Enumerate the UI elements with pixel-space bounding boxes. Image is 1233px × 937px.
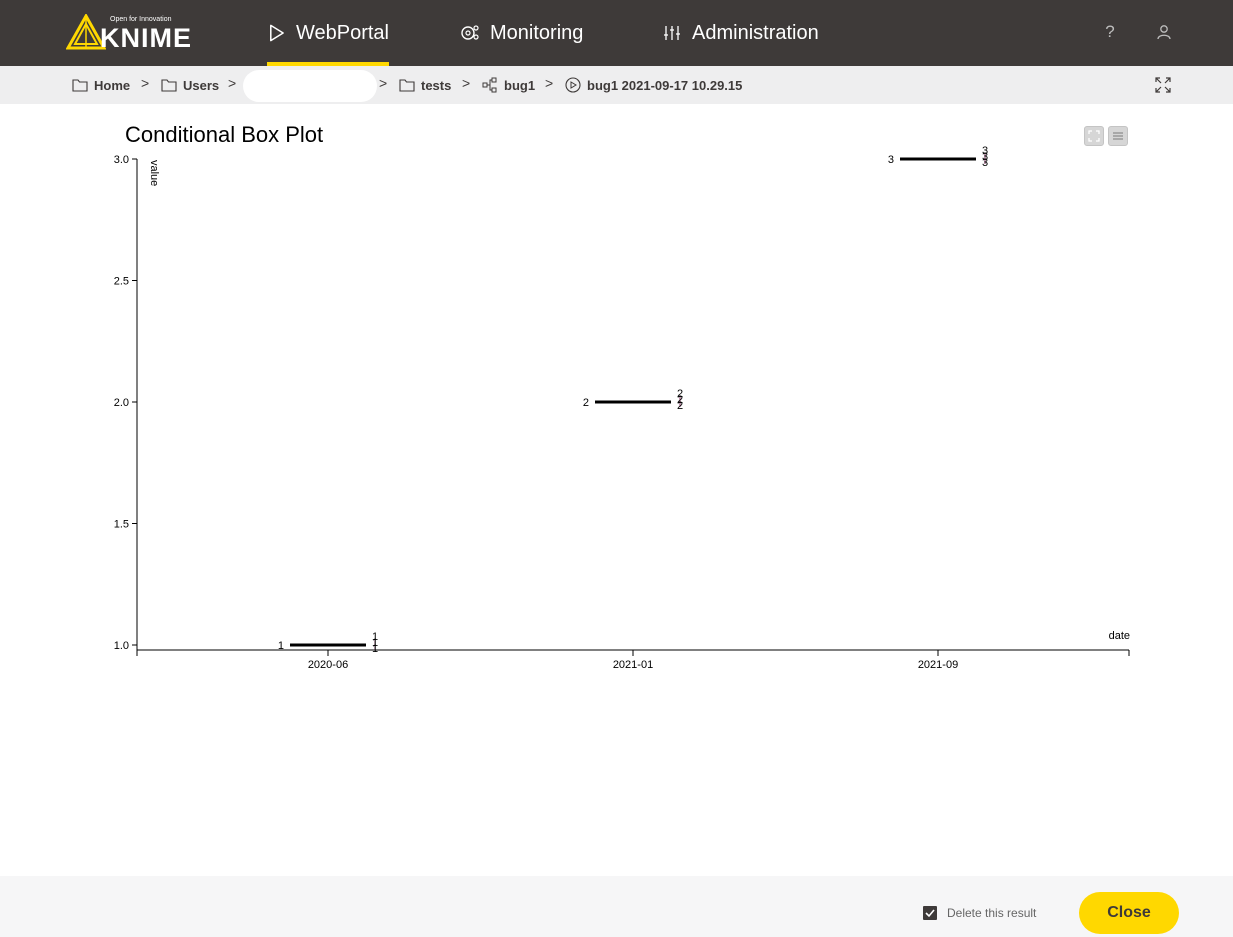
y-tick-label: 2.0 — [114, 397, 129, 409]
footer-bar — [0, 876, 1233, 937]
box-median-label: 1 — [278, 640, 284, 652]
x-tick-label: 2021-09 — [918, 659, 958, 671]
app: Open for Innovation KNIME WebPortal Moni… — [0, 0, 1233, 937]
box-stat-label: 1 — [372, 643, 378, 655]
y-tick-label: 1.5 — [114, 519, 129, 531]
checkmark-icon — [925, 909, 935, 918]
box-plot-chart: 1.0 1.5 2.0 2.5 3.0 value 2020-06 2021-01 2021-0… — [114, 145, 1130, 671]
delete-result-checkbox[interactable] — [923, 906, 937, 920]
y-tick-label: 2.5 — [114, 276, 129, 288]
y-tick-label: 3.0 — [114, 154, 129, 166]
x-axis-label: date — [1109, 630, 1130, 642]
delete-result-label: Delete this result — [947, 906, 1037, 920]
box-median-label: 2 — [583, 397, 589, 409]
box-stat-label: 3 — [982, 157, 988, 169]
close-button[interactable]: Close — [1079, 892, 1179, 934]
box-median-label: 3 — [888, 154, 894, 166]
y-axis-label: value — [148, 160, 160, 186]
box-stat-label: 2 — [677, 400, 683, 412]
x-tick-label: 2020-06 — [308, 659, 348, 671]
y-tick-label: 1.0 — [114, 640, 129, 652]
x-tick-label: 2021-01 — [613, 659, 653, 671]
